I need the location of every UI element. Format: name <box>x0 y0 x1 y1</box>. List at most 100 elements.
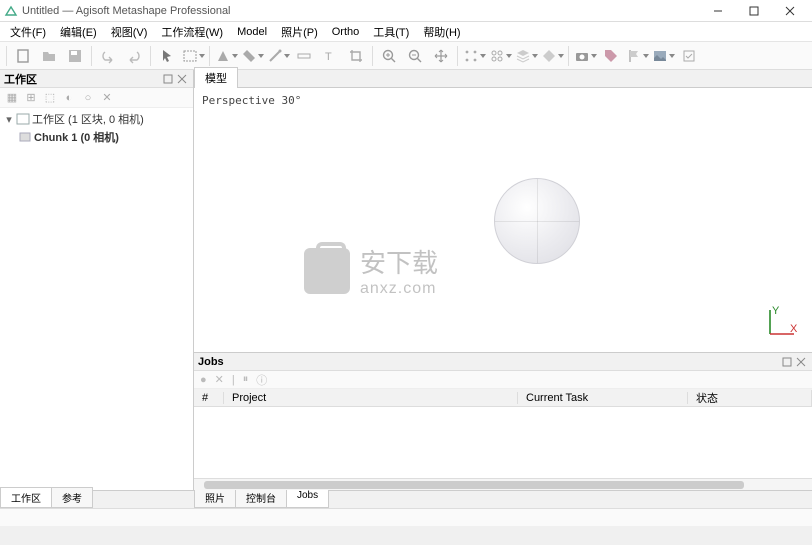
tab-console[interactable]: 控制台 <box>235 487 287 508</box>
bottom-tab-bar: 工作区 参考 照片 控制台 Jobs <box>0 490 812 508</box>
workspace-node-icon <box>16 112 30 126</box>
tree-root-label: 工作区 (1 区块, 0 相机) <box>32 111 144 127</box>
col-index[interactable]: # <box>194 392 224 404</box>
scrollbar-thumb[interactable] <box>204 481 744 489</box>
main-area: 工作区 ▦ ⊞ ⬚ ◐ ○ ✕ ▾ 工作区 (1 区块, 0 相机) Chunk… <box>0 70 812 490</box>
col-task[interactable]: Current Task <box>518 392 688 404</box>
trackball-sphere <box>494 178 580 264</box>
new-icon[interactable] <box>11 44 35 68</box>
layers-icon[interactable] <box>514 44 538 68</box>
tab-photos[interactable]: 照片 <box>194 487 236 508</box>
workspace-toolbar: ▦ ⊞ ⬚ ◐ ○ ✕ <box>0 88 193 108</box>
image-icon[interactable] <box>651 44 675 68</box>
watermark-text-2: anxz.com <box>360 280 438 298</box>
tag-icon[interactable] <box>599 44 623 68</box>
watermark-text-1: 安下载 <box>360 243 438 280</box>
add-chunk-icon[interactable]: ▦ <box>4 90 20 106</box>
col-project[interactable]: Project <box>224 392 518 404</box>
magic-icon[interactable] <box>266 44 290 68</box>
tree-chunk[interactable]: Chunk 1 (0 相机) <box>4 128 189 146</box>
chunk-node-icon <box>18 130 32 144</box>
minimize-button[interactable] <box>700 1 736 21</box>
panel-close-icon[interactable] <box>175 72 189 86</box>
open-icon[interactable] <box>37 44 61 68</box>
app-icon <box>4 4 18 18</box>
menu-edit[interactable]: 编辑(E) <box>54 22 103 42</box>
job-start-icon[interactable]: ● <box>200 374 207 386</box>
diamond-icon[interactable] <box>540 44 564 68</box>
paint-icon[interactable] <box>240 44 264 68</box>
shaded-icon[interactable] <box>214 44 238 68</box>
axis-gizmo: Y X <box>766 306 798 338</box>
window-title: Untitled — Agisoft Metashape Professiona… <box>22 5 700 17</box>
rect-select-icon[interactable] <box>181 44 205 68</box>
disable-icon[interactable]: ○ <box>80 90 96 106</box>
add-photos-icon[interactable]: ⊞ <box>23 90 39 106</box>
job-pause-icon[interactable]: ⏸ <box>243 373 249 386</box>
zoom-in-icon[interactable] <box>377 44 401 68</box>
workspace-header: 工作区 <box>0 70 193 88</box>
tab-jobs[interactable]: Jobs <box>286 487 329 508</box>
menu-tools[interactable]: 工具(T) <box>367 22 415 42</box>
jobs-close-icon[interactable] <box>794 355 808 369</box>
viewport-tab-bar: 模型 <box>194 70 812 88</box>
panel-float-icon[interactable] <box>161 72 175 86</box>
watermark-icon <box>304 248 350 294</box>
workspace-title: 工作区 <box>4 71 161 87</box>
tree-chunk-label: Chunk 1 (0 相机) <box>34 129 119 145</box>
remove-icon[interactable]: ✕ <box>99 90 115 106</box>
tab-reference[interactable]: 参考 <box>51 487 93 508</box>
crop-icon[interactable] <box>344 44 368 68</box>
menu-photo[interactable]: 照片(P) <box>275 22 324 42</box>
camera-icon[interactable] <box>573 44 597 68</box>
ruler-icon[interactable] <box>292 44 316 68</box>
menu-file[interactable]: 文件(F) <box>4 22 52 42</box>
menu-workflow[interactable]: 工作流程(W) <box>155 22 229 42</box>
grid-dots-icon[interactable] <box>462 44 486 68</box>
move-icon[interactable] <box>429 44 453 68</box>
svg-text:T: T <box>325 51 332 63</box>
jobs-float-icon[interactable] <box>780 355 794 369</box>
zoom-out-icon[interactable] <box>403 44 427 68</box>
menu-ortho[interactable]: Ortho <box>326 24 366 40</box>
menu-bar: 文件(F) 编辑(E) 视图(V) 工作流程(W) Model 照片(P) Or… <box>0 22 812 42</box>
save-icon[interactable] <box>63 44 87 68</box>
enable-icon[interactable]: ◐ <box>61 90 77 106</box>
jobs-scrollbar[interactable] <box>194 478 812 490</box>
tab-model[interactable]: 模型 <box>194 67 238 89</box>
maximize-button[interactable] <box>736 1 772 21</box>
task-icon[interactable] <box>677 44 701 68</box>
col-status[interactable]: 状态 <box>688 390 812 406</box>
jobs-panel: Jobs ● ✕ | ⏸ ⓘ # Project Current Task 状态 <box>194 352 812 490</box>
menu-help[interactable]: 帮助(H) <box>417 22 466 42</box>
undo-icon[interactable] <box>96 44 120 68</box>
status-bar <box>0 508 812 526</box>
window-controls <box>700 1 808 21</box>
svg-text:Y: Y <box>772 306 780 317</box>
viewport-3d[interactable]: Perspective 30° Y X 安下载 anxz.com <box>194 88 812 352</box>
perspective-label: Perspective 30° <box>202 94 301 107</box>
expand-icon[interactable]: ▾ <box>4 113 14 126</box>
workspace-tree: ▾ 工作区 (1 区块, 0 相机) Chunk 1 (0 相机) <box>0 108 193 490</box>
align-icon[interactable]: ⬚ <box>42 90 58 106</box>
flag-icon[interactable] <box>625 44 649 68</box>
job-info-icon[interactable]: ⓘ <box>256 372 267 388</box>
jobs-title: Jobs <box>198 356 780 368</box>
pointer-icon[interactable] <box>155 44 179 68</box>
right-column: 模型 Perspective 30° Y X 安下载 anxz.com <box>194 70 812 490</box>
jobs-table-body <box>194 407 812 478</box>
watermark: 安下载 anxz.com <box>304 243 438 298</box>
menu-view[interactable]: 视图(V) <box>105 22 154 42</box>
text-icon[interactable]: T <box>318 44 342 68</box>
tab-workspace[interactable]: 工作区 <box>0 487 52 508</box>
jobs-toolbar: ● ✕ | ⏸ ⓘ <box>194 371 812 389</box>
tree-root[interactable]: ▾ 工作区 (1 区块, 0 相机) <box>4 110 189 128</box>
job-stop-icon[interactable]: ✕ <box>215 373 224 386</box>
svg-text:X: X <box>790 323 798 335</box>
title-bar: Untitled — Agisoft Metashape Professiona… <box>0 0 812 22</box>
four-circles-icon[interactable] <box>488 44 512 68</box>
close-button[interactable] <box>772 1 808 21</box>
jobs-table-header: # Project Current Task 状态 <box>194 389 812 407</box>
redo-icon[interactable] <box>122 44 146 68</box>
menu-model[interactable]: Model <box>231 24 273 40</box>
